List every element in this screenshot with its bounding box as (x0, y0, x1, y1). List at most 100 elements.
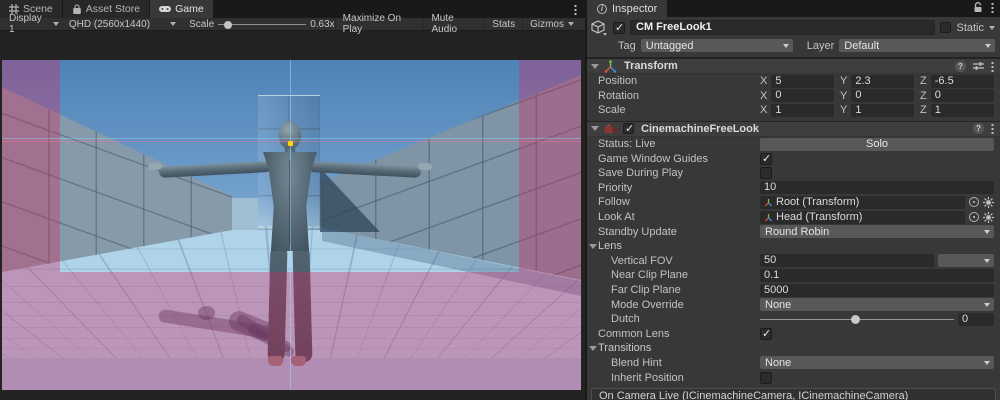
gameobject-active-checkbox[interactable] (613, 22, 625, 34)
vertical-fov-row: Vertical FOV 50 (587, 254, 1000, 269)
dutch-field[interactable]: 0 (958, 313, 994, 326)
solo-button[interactable]: Solo (760, 138, 994, 151)
cube-icon[interactable] (591, 20, 608, 36)
blend-hint-value: None (765, 357, 791, 369)
tag-label: Tag (618, 40, 636, 52)
common-lens-checkbox[interactable] (760, 328, 772, 340)
component-menu-icon[interactable] (991, 61, 994, 72)
transform-header[interactable]: Transform ? (587, 58, 1000, 74)
transform-icon (604, 60, 617, 73)
lens-label: Lens (598, 240, 622, 252)
tracking-point-marker (288, 141, 293, 146)
tag-dropdown[interactable]: Untagged (641, 39, 793, 52)
help-icon[interactable]: ? (955, 61, 966, 72)
dutch-row: Dutch 0 (587, 312, 1000, 327)
scale-slider-knob[interactable] (224, 21, 232, 29)
dutch-slider-knob[interactable] (851, 315, 860, 324)
blend-hint-dropdown[interactable]: None (760, 356, 994, 369)
stats-button[interactable]: Stats (484, 18, 522, 30)
game-panel-menu-icon[interactable] (574, 4, 577, 15)
look-at-value: Head (Transform) (776, 211, 862, 223)
position-x-field[interactable]: 5 (771, 75, 834, 88)
component-enabled-checkbox[interactable] (623, 123, 634, 134)
blend-hint-row: Blend Hint None (587, 356, 1000, 371)
display-dropdown[interactable]: Display 1 (4, 18, 64, 30)
component-menu-icon[interactable] (991, 123, 994, 134)
far-clip-label: Far Clip Plane (598, 284, 760, 296)
gizmos-dropdown[interactable]: Gizmos (522, 18, 581, 30)
cinemachine-no-pass-zone-right (519, 60, 581, 390)
help-icon[interactable]: ? (973, 123, 984, 134)
mode-override-dropdown[interactable]: None (760, 298, 994, 311)
position-y-field[interactable]: 2.3 (851, 75, 914, 88)
foldout-icon[interactable] (591, 126, 599, 131)
resolution-dropdown[interactable]: QHD (2560x1440) (64, 18, 181, 30)
transform-icon (764, 213, 773, 222)
layer-label: Layer (807, 40, 835, 52)
maximize-on-play-button[interactable]: Maximize On Play (335, 18, 424, 30)
rotation-y-field[interactable]: 0 (851, 89, 914, 102)
presets-icon[interactable] (973, 61, 984, 71)
tag-value: Untagged (646, 40, 694, 52)
scale-z-field[interactable]: 1 (931, 104, 994, 117)
axis-y-label: Y (840, 90, 847, 102)
maximize-label: Maximize On Play (343, 13, 417, 35)
vertical-fov-label: Vertical FOV (598, 255, 760, 267)
fov-preset-dropdown[interactable] (938, 254, 994, 267)
rotation-label: Rotation (598, 90, 760, 102)
scale-row: Scale X1 Y1 Z1 (587, 103, 1000, 118)
guides-checkbox[interactable] (760, 153, 772, 165)
gear-icon[interactable] (983, 212, 994, 223)
position-z-field[interactable]: -6.5 (931, 75, 994, 88)
standby-label: Standby Update (598, 226, 760, 238)
game-render-viewport[interactable] (2, 60, 581, 390)
standby-value: Round Robin (765, 226, 829, 238)
far-clip-field[interactable]: 5000 (760, 284, 994, 297)
inspector-panel: i Inspector CM FreeLook1 Static Tag Unta… (585, 0, 1000, 400)
lock-icon[interactable] (973, 2, 983, 13)
rotation-z-field[interactable]: 0 (931, 89, 994, 102)
dutch-slider[interactable] (760, 313, 954, 326)
mode-override-label: Mode Override (598, 299, 760, 311)
near-clip-field[interactable]: 0.1 (760, 269, 994, 282)
static-dropdown-icon[interactable] (989, 26, 995, 30)
inherit-position-checkbox[interactable] (760, 372, 772, 384)
rotation-x-field[interactable]: 0 (771, 89, 834, 102)
guide-line-vertical-center (290, 60, 291, 390)
vertical-fov-field[interactable]: 50 (760, 254, 934, 267)
save-checkbox[interactable] (760, 167, 772, 179)
object-picker-icon[interactable] (969, 212, 979, 222)
look-at-row: Look At Head (Transform) (587, 210, 1000, 225)
tab-game-label: Game (175, 3, 204, 15)
game-toolbar-right: Maximize On Play Mute Audio Stats Gizmos (335, 18, 581, 30)
follow-object-field[interactable]: Root (Transform) (760, 196, 965, 209)
gameobject-name-field[interactable]: CM FreeLook1 (630, 20, 935, 35)
display-dropdown-label: Display 1 (9, 13, 48, 35)
object-picker-icon[interactable] (969, 197, 979, 207)
look-at-object-field[interactable]: Head (Transform) (760, 211, 965, 224)
layer-dropdown[interactable]: Default (839, 39, 995, 52)
gear-icon[interactable] (983, 197, 994, 208)
static-checkbox[interactable] (940, 22, 951, 33)
game-panel: Scene Asset Store Game Display 1 QHD (25… (0, 0, 585, 400)
transitions-foldout[interactable]: Transitions (587, 341, 1000, 356)
tab-inspector[interactable]: i Inspector (587, 0, 667, 17)
lens-foldout[interactable]: Lens (587, 239, 1000, 254)
scale-label: Scale (598, 104, 760, 116)
standby-dropdown[interactable]: Round Robin (760, 225, 994, 238)
follow-value: Root (Transform) (776, 196, 859, 208)
tab-game[interactable]: Game (150, 0, 213, 18)
cinemachine-header[interactable]: CinemachineFreeLook ? (587, 121, 1000, 137)
mute-audio-button[interactable]: Mute Audio (423, 18, 484, 30)
foldout-icon[interactable] (591, 64, 599, 69)
tab-asset-store[interactable]: Asset Store (63, 0, 149, 18)
scale-x-field[interactable]: 1 (771, 104, 834, 117)
follow-label: Follow (598, 196, 760, 208)
blend-hint-label: Blend Hint (598, 357, 760, 369)
inspector-menu-icon[interactable] (991, 2, 994, 13)
scale-slider[interactable] (218, 19, 306, 30)
priority-field[interactable]: 10 (760, 181, 994, 194)
on-camera-live-event-box[interactable]: On Camera Live (ICinemachineCamera, ICin… (591, 388, 996, 400)
asset-store-bag-icon (72, 4, 82, 15)
scale-y-field[interactable]: 1 (851, 104, 914, 117)
